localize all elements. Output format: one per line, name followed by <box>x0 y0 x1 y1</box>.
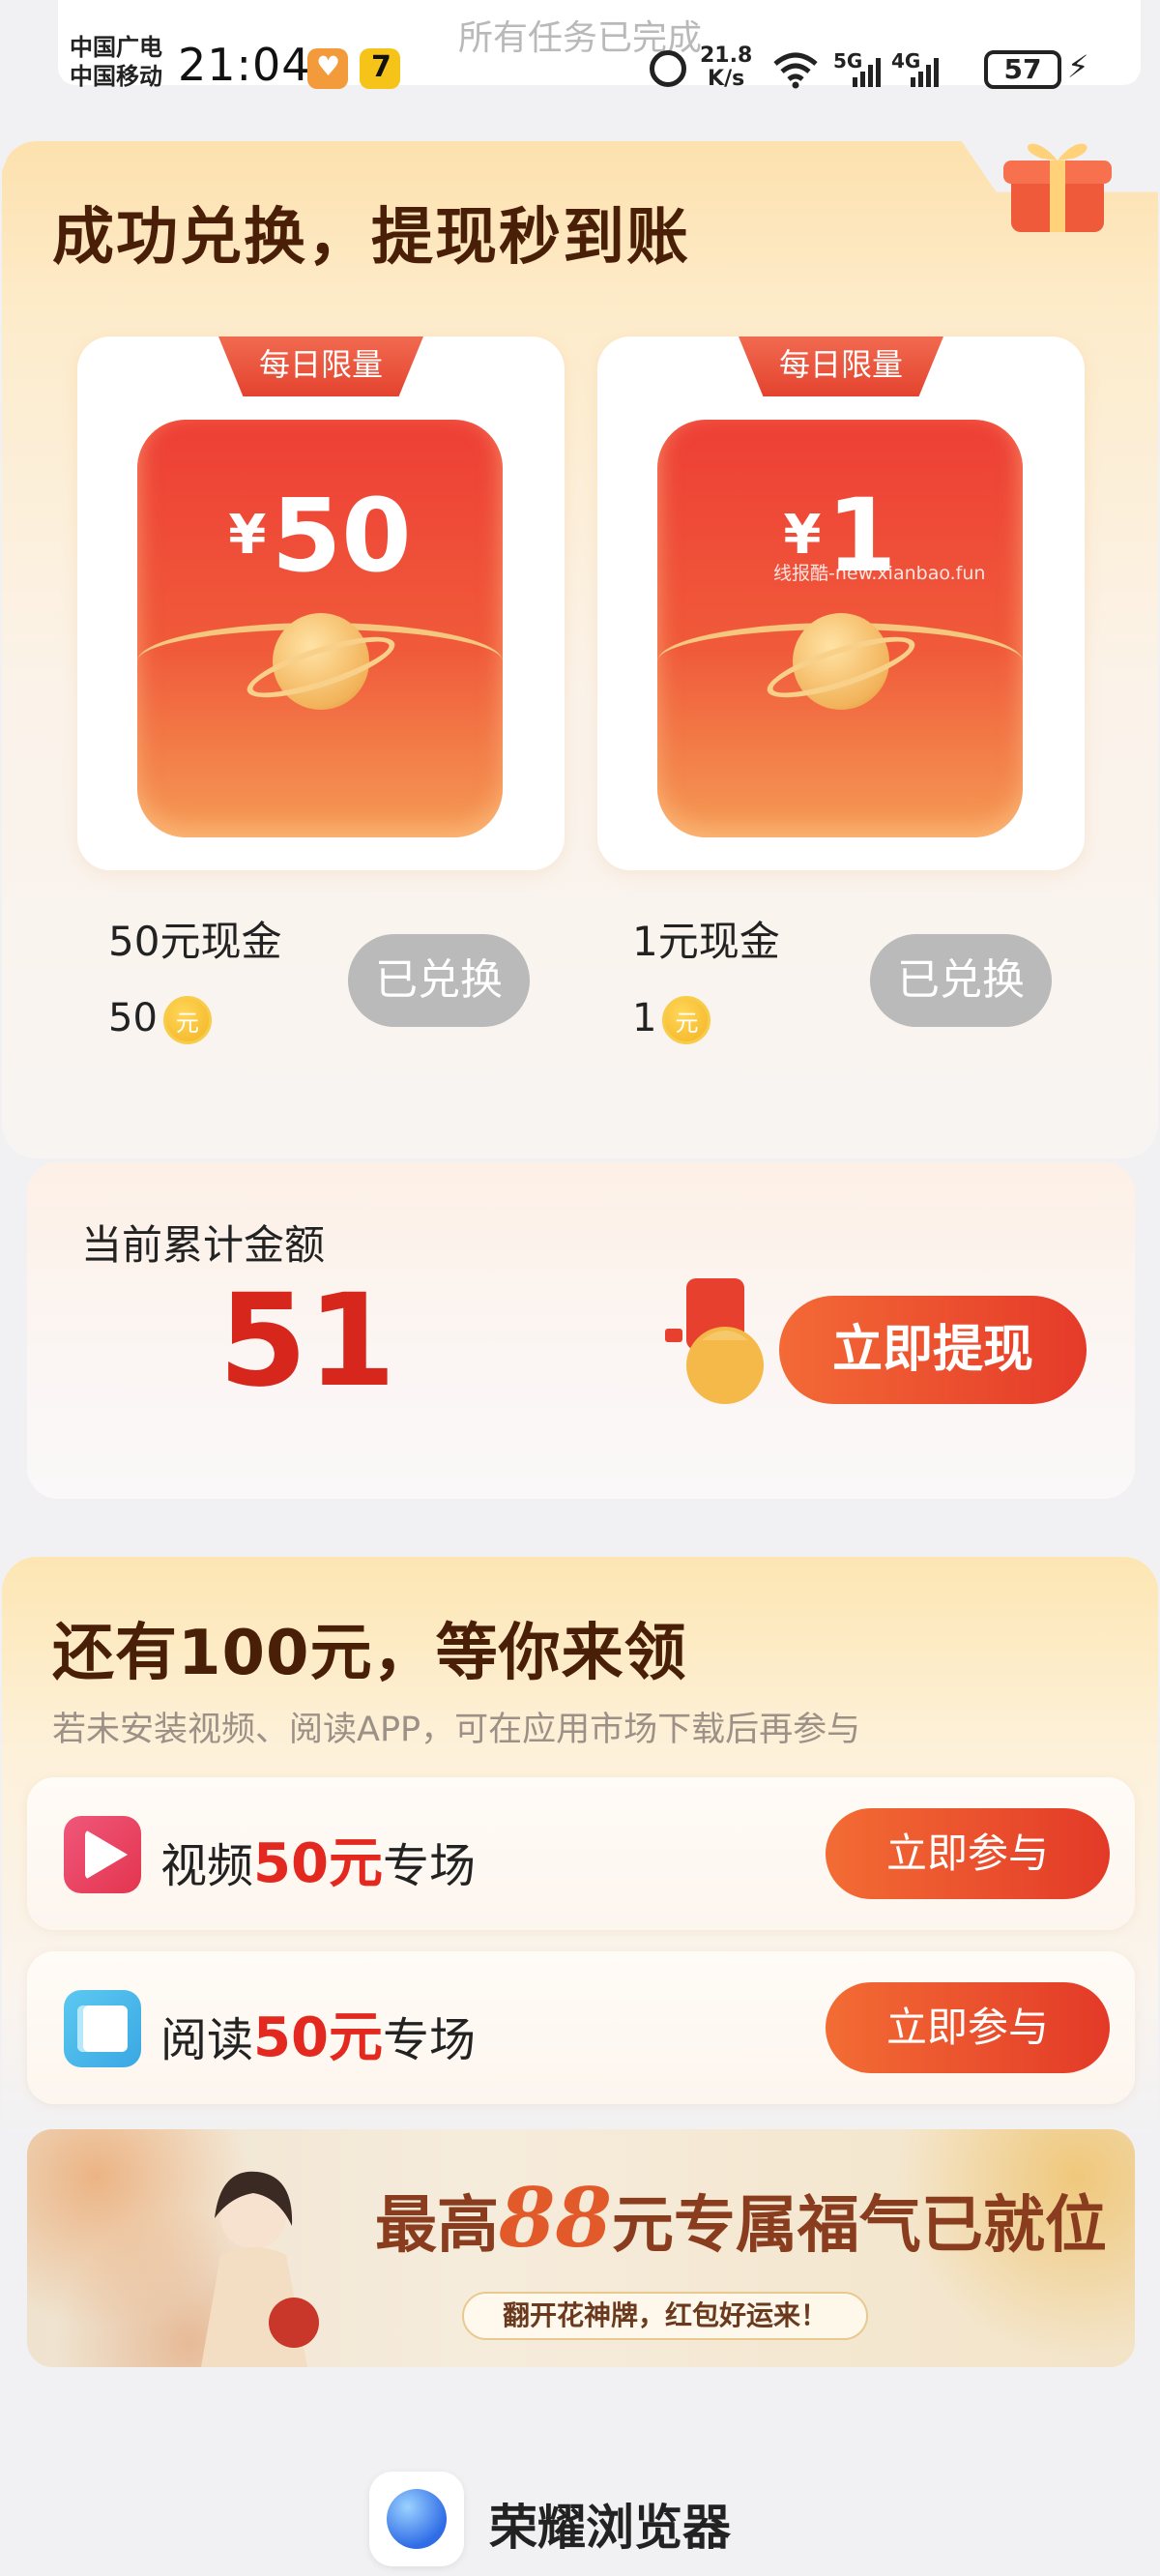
heart-app-icon <box>307 48 348 89</box>
prize-name-1: 1元现金 <box>632 918 780 965</box>
network-5g-label: 5G <box>833 49 862 73</box>
redeemed-button-50[interactable]: 已兑换 <box>348 934 530 1027</box>
withdraw-now-button[interactable]: 立即提现 <box>779 1296 1087 1404</box>
prize-cost-50: 50 元 <box>108 996 212 1044</box>
daily-limit-tag: 每日限量 <box>218 337 423 396</box>
currency-symbol: ¥ <box>783 504 822 567</box>
signal-icon: 5G 4G <box>833 49 939 87</box>
banner-headline-prefix: 最高 <box>375 2189 499 2262</box>
task-label-prefix: 阅读 <box>160 2013 254 2067</box>
watermark-text: 线报酷-new.xianbao.fun <box>773 563 986 584</box>
currency-symbol: ¥ <box>228 504 267 567</box>
banner-headline: 最高88元专属福气已就位 <box>375 2170 1107 2266</box>
tasks-subtitle: 若未安装视频、阅读APP，可在应用市场下载后再参与 <box>52 1711 861 1749</box>
clock: 21:04 <box>178 39 311 91</box>
browser-logo-icon <box>369 2472 464 2566</box>
task-label-suffix: 专场 <box>382 1839 476 1893</box>
status-bar: 所有任务已完成 中国广电 中国移动 21:04 21.8 K/s 5G 4G 5… <box>0 0 1160 91</box>
network-4g-label: 4G <box>891 49 920 73</box>
carrier-labels: 中国广电 中国移动 <box>70 33 162 91</box>
task-row-reading: 阅读50元专场 立即参与 <box>27 1951 1135 2104</box>
seven-app-icon <box>360 48 400 89</box>
prize-cost-1: 1元 <box>632 996 711 1044</box>
task-label-prefix: 视频 <box>160 1839 254 1893</box>
network-speed: 21.8 K/s <box>700 44 752 91</box>
red-envelope-image: ¥ 50 <box>137 420 503 837</box>
charging-icon: ⚡ <box>1067 48 1089 85</box>
prize-card-1: 每日限量 ¥ 1 <box>597 337 1085 870</box>
tasks-title: 还有100元，等你来领 <box>52 1618 687 1689</box>
prize-card-50: 每日限量 ¥ 50 <box>77 337 565 870</box>
cost-value: 50 <box>108 996 158 1040</box>
gift-icon <box>1003 143 1112 232</box>
network-speed-value: 21.8 <box>700 44 753 68</box>
task-amount: 50元 <box>253 2006 383 2069</box>
carrier-2: 中国移动 <box>70 63 162 90</box>
coin-icon: 元 <box>662 996 711 1044</box>
alarm-icon <box>650 50 686 87</box>
total-amount-value: 51 <box>218 1267 396 1416</box>
task-row-video: 视频50元专场 立即参与 <box>27 1777 1135 1930</box>
video-icon <box>64 1816 141 1893</box>
wifi-icon <box>773 52 818 89</box>
promo-banner[interactable]: 最高88元专属福气已就位 翻开花神牌，红包好运来！ <box>27 2129 1135 2367</box>
task-label: 视频50元专场 <box>160 1820 476 1898</box>
exchange-title: 成功兑换，提现秒到账 <box>52 202 690 274</box>
money-bag-icon <box>665 1278 764 1404</box>
envelope-value: 50 <box>271 477 412 595</box>
red-envelope-image: ¥ 1 <box>657 420 1023 837</box>
prize-name-50: 50元现金 <box>108 918 282 965</box>
daily-limit-tag: 每日限量 <box>739 337 943 396</box>
banner-headline-amount: 88 <box>499 2170 612 2266</box>
browser-name: 荣耀浏览器 <box>489 2500 731 2556</box>
network-speed-unit: K/s <box>708 67 745 91</box>
task-label-suffix: 专场 <box>382 2013 476 2067</box>
cost-value: 1 <box>632 996 657 1040</box>
banner-headline-suffix: 元专属福气已就位 <box>611 2189 1107 2262</box>
redeemed-button-1[interactable]: 已兑换 <box>870 934 1052 1027</box>
envelope-amount: ¥ 50 <box>137 478 503 594</box>
banner-subtitle: 翻开花神牌，红包好运来！ <box>462 2292 868 2340</box>
task-amount: 50元 <box>253 1832 383 1895</box>
coin-icon: 元 <box>162 996 212 1044</box>
total-amount-label: 当前累计金额 <box>81 1221 326 1269</box>
task-label: 阅读50元专场 <box>160 1994 476 2072</box>
battery-indicator: 57 <box>984 50 1061 89</box>
book-icon <box>64 1990 141 2067</box>
carrier-1: 中国广电 <box>70 34 162 61</box>
girl-illustration <box>201 2171 319 2367</box>
join-video-button[interactable]: 立即参与 <box>826 1808 1110 1899</box>
join-reading-button[interactable]: 立即参与 <box>826 1982 1110 2073</box>
